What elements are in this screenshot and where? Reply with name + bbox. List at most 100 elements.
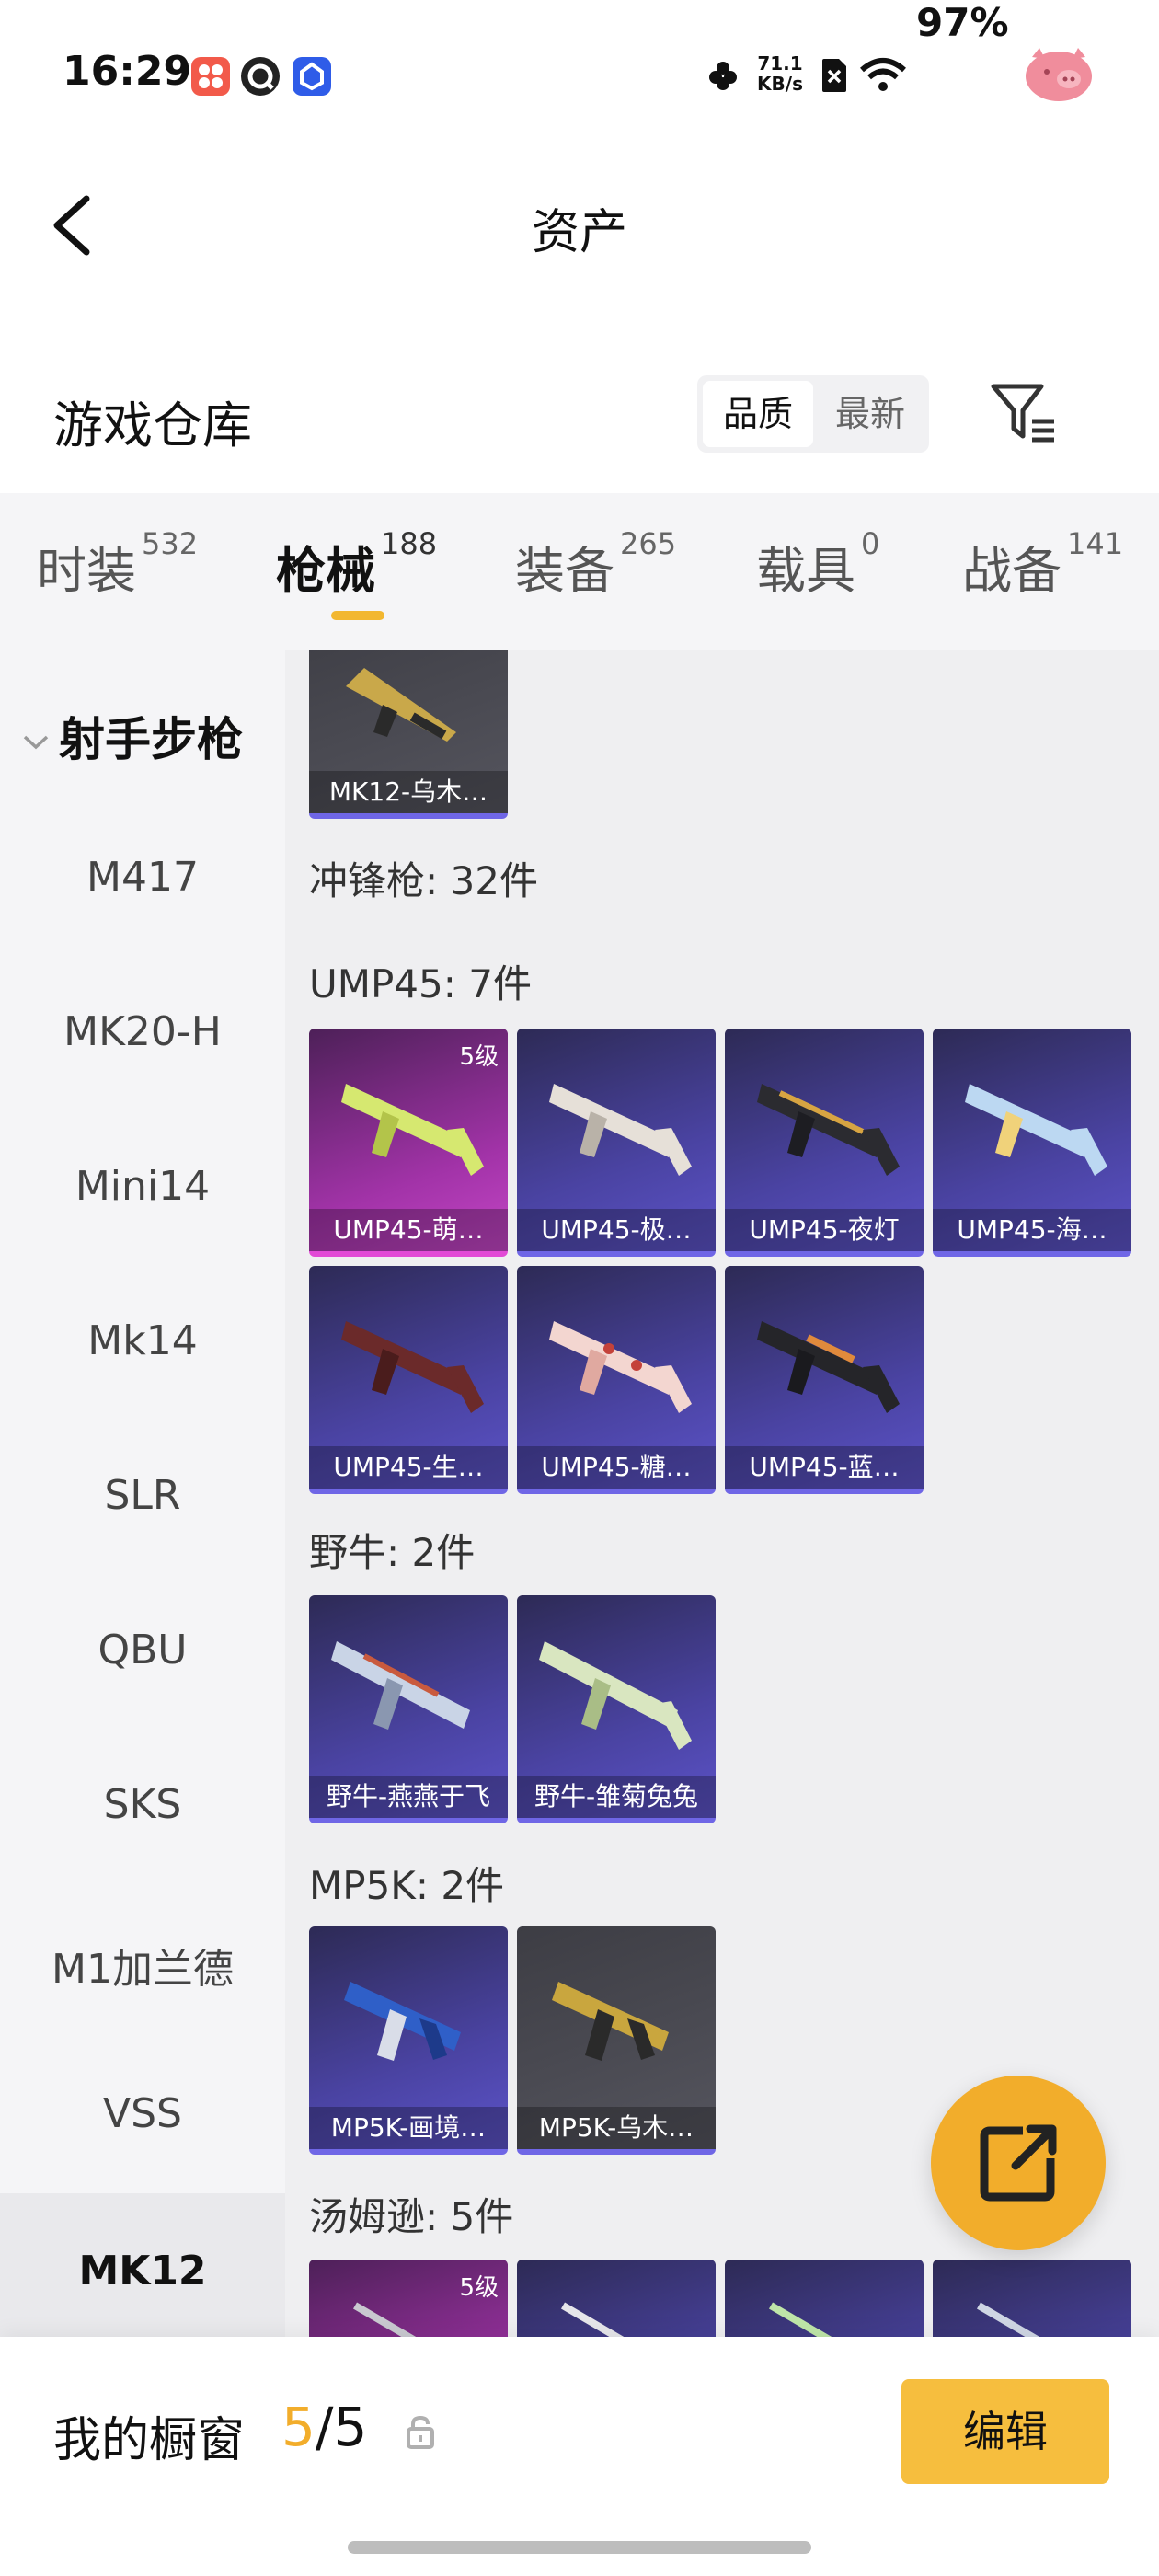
edit-button[interactable]: 编辑 [901, 2379, 1109, 2484]
sidebar-group-header[interactable]: 射手步枪 [22, 703, 243, 769]
share-fab-button[interactable] [931, 2076, 1106, 2250]
status-time: 16:29 [63, 48, 192, 95]
ump45-art-icon [549, 1084, 692, 1176]
tab-fashion[interactable]: 时装 532 [37, 526, 198, 603]
sort-quality-button[interactable]: 品质 [703, 381, 813, 447]
flower-icon [706, 59, 740, 96]
smg-art-icon [346, 668, 456, 742]
chevron-down-icon [22, 727, 59, 759]
filter-button[interactable] [986, 381, 1060, 445]
weapon-card[interactable]: 5级 [309, 2260, 508, 2338]
sidebar-item-sks[interactable]: SKS [0, 1781, 285, 1828]
tab-label: 战备 [962, 542, 1061, 600]
showcase-count: 5/5 [281, 2396, 367, 2458]
active-tab-indicator [331, 611, 384, 620]
network-speed: 71.1 KB/s [752, 53, 808, 94]
tab-tactical[interactable]: 战备 141 [962, 526, 1123, 603]
app-icon-1 [191, 57, 230, 96]
card-caption: UMP45-糖… [517, 1446, 716, 1489]
sidebar-item-vss[interactable]: VSS [0, 2090, 285, 2137]
weapon-card[interactable]: UMP45-极… [517, 1029, 716, 1257]
tab-guns[interactable]: 枪械 188 [276, 526, 437, 603]
group-label: 汤姆逊: 5件 [309, 2194, 514, 2239]
showcase-bar: 我的橱窗 5/5 编辑 [0, 2337, 1159, 2576]
sort-latest-button[interactable]: 最新 [815, 381, 925, 447]
card-caption: MP5K-画境… [309, 2107, 508, 2149]
card-caption: UMP45-萌… [309, 1209, 508, 1251]
section-title: 游戏仓库 [53, 397, 252, 454]
pig-avatar-icon[interactable] [1021, 44, 1096, 109]
card-caption: MK12-乌木… [309, 771, 508, 813]
card-caption: UMP45-海… [933, 1209, 1131, 1251]
sidebar-item-m1-garand[interactable]: M1加兰德 [0, 1936, 285, 1995]
sidebar-group-label: 射手步枪 [59, 713, 243, 766]
level-badge: 5级 [459, 1043, 499, 1071]
home-indicator[interactable] [348, 2541, 811, 2554]
sidebar-item-mini14[interactable]: Mini14 [0, 1163, 285, 1210]
showcase-count-total: 5 [333, 2396, 368, 2458]
card-caption: UMP45-夜灯 [725, 1209, 924, 1251]
lock-icon[interactable] [405, 2414, 436, 2451]
category-count-label: 冲锋枪: 32件 [309, 858, 538, 903]
sidebar-item-mk12[interactable]: MK12 [0, 2193, 285, 2350]
ump45-art-icon [757, 1321, 900, 1413]
card-caption: UMP45-生… [309, 1446, 508, 1489]
ump45-art-icon [341, 1321, 484, 1413]
card-caption: MP5K-乌木… [517, 2107, 716, 2149]
category-tabs: 时装 532 枪械 188 装备 265 载具 0 战备 141 [0, 493, 1159, 650]
speed-value: 71.1 [757, 52, 803, 75]
mp5k-art-icon [344, 1982, 461, 2061]
weapon-card[interactable]: 野牛-雏菊兔兔 [517, 1595, 716, 1823]
tab-label: 时装 [37, 542, 136, 600]
card-caption: 野牛-燕燕于飞 [309, 1776, 508, 1818]
group-label: MP5K: 2件 [309, 1863, 505, 1908]
group-label: UMP45: 7件 [309, 961, 532, 1006]
app-icon-2 [241, 57, 280, 96]
weapon-card[interactable]: UMP45-夜灯 [725, 1029, 924, 1257]
showcase-count-current: 5 [281, 2396, 316, 2458]
share-external-icon [980, 2124, 1057, 2202]
page-title: 资产 [531, 205, 627, 260]
weapon-card[interactable]: MP5K-乌木… [517, 1926, 716, 2155]
sidebar-item-m417[interactable]: M417 [0, 854, 285, 901]
weapon-card[interactable]: UMP45-生… [309, 1266, 508, 1494]
speed-unit: KB/s [757, 73, 803, 95]
tab-label: 装备 [515, 542, 614, 600]
sidebar-item-qbu[interactable]: QBU [0, 1627, 285, 1673]
card-caption: 野牛-雏菊兔兔 [517, 1776, 716, 1818]
mp5k-art-icon [552, 1982, 669, 2061]
tab-count: 141 [1067, 526, 1124, 561]
weapon-card-mk12[interactable]: MK12-乌木… [309, 650, 508, 819]
weapon-card[interactable] [933, 2260, 1131, 2338]
sidebar-item-mk20h[interactable]: MK20-H [0, 1008, 285, 1055]
ump45-art-icon [757, 1084, 900, 1176]
group-label: 野牛: 2件 [309, 1530, 476, 1575]
sim-off-icon [820, 57, 848, 98]
bizon-art-icon [331, 1641, 470, 1730]
weapon-card[interactable] [517, 2260, 716, 2338]
card-caption: UMP45-蓝… [725, 1446, 924, 1489]
sort-toggle: 品质 最新 [697, 375, 929, 453]
app-icon-3 [293, 57, 331, 96]
tab-vehicles[interactable]: 载具 0 [756, 526, 879, 603]
weapon-card[interactable]: 5级 UMP45-萌… [309, 1029, 508, 1257]
sidebar-item-mk14[interactable]: Mk14 [0, 1317, 285, 1364]
card-caption: UMP45-极… [517, 1209, 716, 1251]
thompson-art-icon [976, 2302, 1041, 2338]
tab-equipment[interactable]: 装备 265 [515, 526, 676, 603]
tab-count: 188 [381, 526, 438, 561]
tab-count: 265 [620, 526, 677, 561]
bizon-art-icon [539, 1641, 692, 1750]
weapon-card[interactable]: MP5K-画境… [309, 1926, 508, 2155]
filter-list-icon [991, 384, 1054, 443]
weapon-card[interactable]: UMP45-蓝… [725, 1266, 924, 1494]
weapon-card[interactable] [725, 2260, 924, 2338]
weapon-card[interactable]: UMP45-糖… [517, 1266, 716, 1494]
tab-label: 枪械 [276, 542, 375, 600]
weapon-card[interactable]: 野牛-燕燕于飞 [309, 1595, 508, 1823]
level-badge: 5级 [459, 2274, 499, 2302]
status-bar: 16:29 71.1 KB/s 97% [0, 0, 1159, 147]
sidebar-item-slr[interactable]: SLR [0, 1472, 285, 1519]
tab-count: 532 [142, 526, 199, 561]
weapon-card[interactable]: UMP45-海… [933, 1029, 1131, 1257]
